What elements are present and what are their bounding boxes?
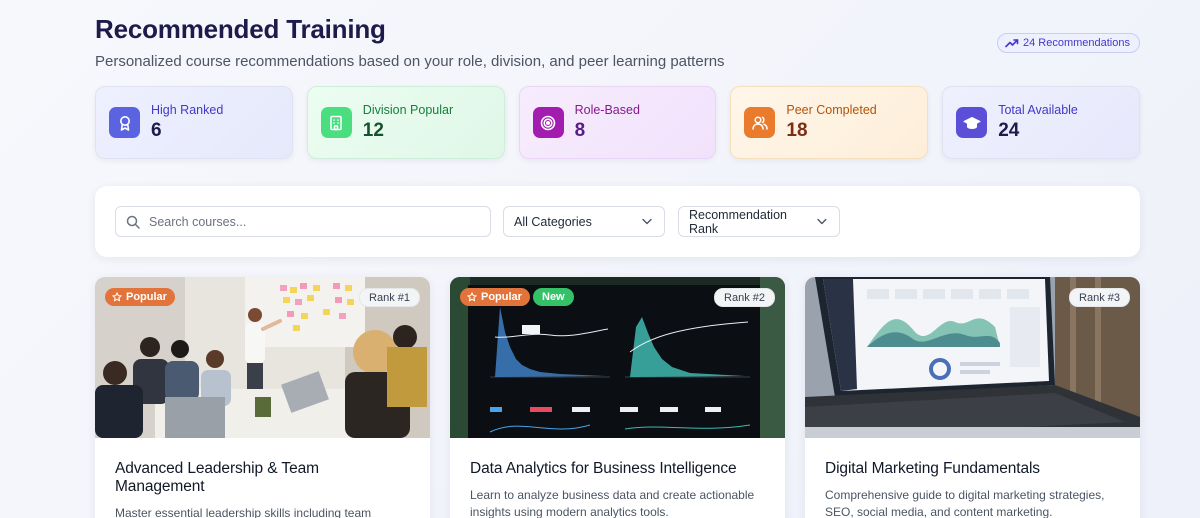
stat-value: 24 [998,120,1020,141]
course-card[interactable]: Rank #3 Digital Marketing Fundamentals C… [805,277,1140,518]
recommended-training-page: Recommended Training Personalized course… [95,0,1140,518]
course-image-laptop-dashboard: Rank #3 [805,277,1140,438]
course-card[interactable]: Popular New Rank #2 Data Analytics for B… [450,277,785,518]
sort-select[interactable]: Recommendation Rank [678,206,840,237]
trending-up-icon [1005,39,1019,48]
star-icon [112,292,122,302]
search-input[interactable] [149,214,469,229]
course-image-analytics-dashboard: Popular New Rank #2 [450,277,785,438]
stat-label: Division Popular [362,103,454,117]
course-description: Master essential leadership skills inclu… [115,506,372,518]
stat-label: High Ranked [151,103,224,117]
stat-card-division-popular: Division Popular 12 [306,86,505,159]
course-card[interactable]: Popular Rank #1 Advanced Leadership & Te… [95,277,430,518]
category-select-value: All Categories [514,214,592,229]
course-title[interactable]: Digital Marketing Fundamentals [825,460,1120,478]
stat-label: Total Available [998,103,1078,117]
category-select[interactable]: All Categories [503,206,665,237]
building-icon [320,107,352,138]
recommendations-count-badge: 24 Recommendations [996,33,1140,53]
stat-card-role-based: Role-Based 8 [518,86,717,159]
search-box[interactable] [115,206,491,237]
rank-badge: Rank #1 [359,288,420,307]
new-badge: New [533,288,574,306]
graduation-cap-icon [956,107,988,138]
chevron-down-icon [817,218,827,225]
popular-badge-label: Popular [481,291,522,303]
recommendations-count-label: 24 Recommendations [1022,37,1130,49]
stat-label: Role-Based [574,103,640,117]
stat-value: 6 [151,120,162,141]
stat-card-total-available: Total Available 24 [942,86,1140,159]
chevron-down-icon [642,218,652,225]
stat-value: 18 [786,120,808,141]
course-description: Learn to analyze business data and creat… [470,488,755,518]
users-icon [744,107,776,138]
stats-row: High Ranked 6 Division Popular 12 Role-B… [95,86,1140,159]
rank-badge: Rank #3 [1069,288,1130,307]
filter-bar: All Categories Recommendation Rank [95,186,1140,257]
stat-value: 8 [574,120,586,141]
star-icon [467,292,477,302]
page-title: Recommended Training [95,14,386,44]
award-icon [109,107,140,138]
stat-label: Peer Completed [786,103,877,117]
stat-card-peer-completed: Peer Completed 18 [730,86,929,159]
rank-badge: Rank #2 [714,288,775,307]
popular-badge: Popular [105,288,175,306]
course-image-team-meeting: Popular Rank #1 [95,277,430,438]
popular-badge-label: Popular [126,291,167,303]
popular-badge: Popular [460,288,530,306]
course-grid: Popular Rank #1 Advanced Leadership & Te… [95,277,1140,518]
course-description: Comprehensive guide to digital marketing… [825,488,1105,518]
target-icon [532,107,564,138]
course-title[interactable]: Advanced Leadership & Team Management [115,460,410,496]
search-icon [126,215,140,229]
stat-value: 12 [362,120,384,141]
sort-select-value: Recommendation Rank [689,207,787,236]
stat-card-high-ranked: High Ranked 6 [95,86,293,159]
page-subtitle: Personalized course recommendations base… [95,53,725,70]
course-title[interactable]: Data Analytics for Business Intelligence [470,460,765,478]
